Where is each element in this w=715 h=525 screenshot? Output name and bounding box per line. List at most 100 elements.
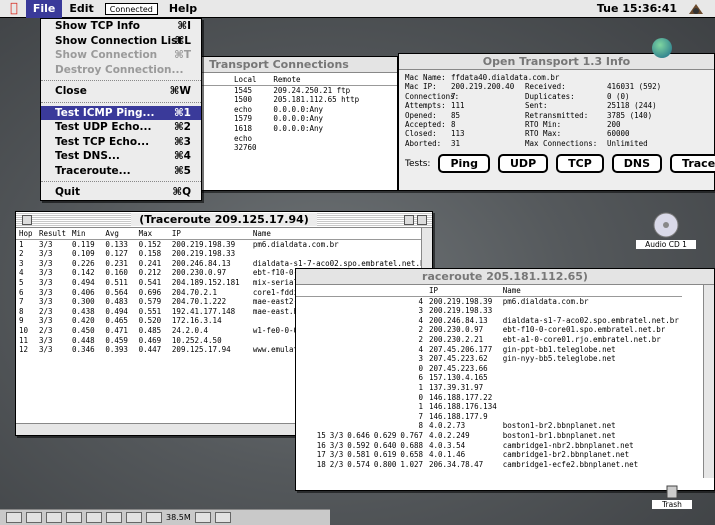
col-remote[interactable]: Remote xyxy=(270,75,397,85)
table-cell: 3/3 xyxy=(329,430,344,440)
table-row[interactable]: 1 3/3 0.119 0.133 0.152 200.219.198.39 pm6.dia… xyxy=(16,239,432,249)
globe-icon[interactable] xyxy=(652,38,672,58)
table-cell: 12 xyxy=(19,345,29,355)
trash-label: Trash xyxy=(652,500,692,509)
col-ip[interactable]: IP xyxy=(426,286,500,296)
col-ip[interactable]: IP xyxy=(169,229,250,239)
collapse-box-icon[interactable] xyxy=(417,215,427,225)
audio-cd-desktop-icon[interactable]: Audio CD 1 xyxy=(636,212,696,249)
control-strip-tile[interactable] xyxy=(214,512,231,523)
dns-button[interactable]: DNS xyxy=(611,154,663,174)
trace-button[interactable]: Trace xyxy=(670,154,715,174)
table-cell: 172.16.3.14 xyxy=(171,316,222,326)
ping-button[interactable]: Ping xyxy=(438,154,490,174)
control-strip-tile[interactable] xyxy=(86,512,102,523)
close-box-icon[interactable] xyxy=(22,215,32,225)
file-menu-item[interactable]: Quit ⌘Q xyxy=(41,185,201,200)
application-menu-icon[interactable] xyxy=(687,2,705,16)
table-row[interactable]: 0 146.188.177.22 xyxy=(296,393,682,403)
table-row[interactable]: 2 3/3 0.109 0.127 0.158 200.219.198.33 xyxy=(16,249,432,259)
table-cell: 1500 xyxy=(234,95,253,105)
stat-label: Duplicates: xyxy=(525,91,575,101)
table-row[interactable]: 7 146.188.177.9 xyxy=(296,412,682,422)
file-menu-item[interactable]: Test ICMP Ping... ⌘1 xyxy=(41,105,201,120)
table-row[interactable]: 17 3/3 0.581 0.619 0.658 4.0.1.46 cambridge1-b… xyxy=(296,450,682,460)
table-row[interactable]: 3 207.45.223.62 gin-nyy-bb5.teleglobe.net xyxy=(296,354,682,364)
file-menu-item[interactable]: Test TCP Echo... ⌘3 xyxy=(41,135,201,150)
window-titlebar[interactable]: raceroute 205.181.112.65) xyxy=(296,269,714,285)
table-row[interactable]: 0 207.45.223.66 xyxy=(296,364,682,374)
menu-item-label: Quit xyxy=(55,186,81,198)
table-cell: 0.300 xyxy=(72,297,95,307)
col-avg[interactable]: Avg xyxy=(102,229,135,239)
control-strip-tile[interactable] xyxy=(46,512,62,523)
table-row[interactable]: 6 157.130.4.165 xyxy=(296,373,682,383)
table-cell: 16 3/3 0.592 0.640 0.688 xyxy=(296,441,426,451)
stat-label: RTO Max: xyxy=(525,129,562,139)
table-row[interactable]: 1 137.39.31.97 xyxy=(296,383,682,393)
menu-edit[interactable]: Edit xyxy=(62,0,100,18)
file-menu-item[interactable]: Show Connection List ⌘L xyxy=(41,34,201,49)
table-cell: 17 xyxy=(316,450,326,460)
table-cell: 17 3/3 0.581 0.619 0.658 xyxy=(296,450,426,460)
table-row[interactable]: 4 200.219.198.39 pm6.dialdata.com.br xyxy=(296,296,682,306)
window-titlebar[interactable]: (Traceroute 209.125.17.94) xyxy=(16,212,432,228)
udp-button[interactable]: UDP xyxy=(498,154,549,174)
table-row[interactable]: 1 146.188.176.134 xyxy=(296,402,682,412)
file-menu-item[interactable]: Close ⌘W xyxy=(41,84,201,99)
table-row[interactable]: 18 2/3 0.574 0.800 1.027 206.34.78.47 cambridg… xyxy=(296,460,682,470)
tcp-button[interactable]: TCP xyxy=(556,154,604,174)
table-row[interactable]: 3 3/3 0.226 0.231 0.241 200.246.84.13 dialdata… xyxy=(16,259,432,269)
control-strip-tile[interactable] xyxy=(6,512,22,523)
table-row[interactable]: 2 200.230.2.21 ebt-a1-0-core01.rjo.embrate… xyxy=(296,335,682,345)
menu-file[interactable]: File xyxy=(25,0,63,18)
table-cell: 3/3 xyxy=(38,277,53,287)
table-row[interactable]: 15 3/3 0.646 0.629 0.767 4.0.2.249 boston1-br1… xyxy=(296,431,682,441)
control-strip-tile[interactable] xyxy=(106,512,122,523)
table-cell: 0 xyxy=(418,363,423,373)
menubar-clock[interactable]: Tue 15:36:41 xyxy=(597,0,677,18)
table-cell: 4.0.3.54 xyxy=(429,440,466,450)
stat-value: 7 xyxy=(451,91,456,101)
menu-item-shortcut: ⌘2 xyxy=(173,121,191,133)
file-menu-item[interactable]: Test DNS... ⌘4 xyxy=(41,149,201,164)
file-menu-item[interactable]: Traceroute... ⌘5 xyxy=(41,164,201,179)
table-cell: 4 xyxy=(418,296,423,306)
control-strip-tile[interactable] xyxy=(194,512,211,523)
col-name[interactable]: Name xyxy=(500,286,682,296)
menu-item-shortcut: ⌘3 xyxy=(173,135,191,148)
apple-menu-icon[interactable]:  xyxy=(0,1,26,16)
control-strip-tile[interactable] xyxy=(26,512,42,523)
col-avg-partial[interactable] xyxy=(296,286,426,296)
table-row[interactable]: 3 200.219.198.33 xyxy=(296,306,682,316)
menu-help[interactable]: Help xyxy=(162,0,204,18)
table-row[interactable]: 2 200.230.0.97 ebt-f10-0-core01.spo.embrat… xyxy=(296,325,682,335)
table-row[interactable]: 16 3/3 0.592 0.640 0.688 4.0.3.54 cambridge1-n… xyxy=(296,441,682,451)
stat-value: 8 xyxy=(451,120,456,130)
table-cell: 6 xyxy=(418,373,423,383)
table-cell: 6 xyxy=(19,287,24,297)
table-cell: 0.483 xyxy=(105,297,128,307)
table-cell: 0.800 xyxy=(373,459,397,469)
table-row[interactable]: 4 207.45.206.177 gin-ppt-bb1.teleglobe.net xyxy=(296,345,682,355)
table-cell: 4.0.2.73 xyxy=(429,421,466,431)
col-name[interactable]: Name xyxy=(250,229,432,239)
col-hop[interactable]: Hop xyxy=(16,229,36,239)
col-result[interactable]: Result xyxy=(36,229,69,239)
control-strip-tile[interactable] xyxy=(126,512,142,523)
table-cell: 0.574 xyxy=(347,459,370,469)
table-row[interactable]: 4 200.246.84.13 dialdata-s1-7-aco02.spo.em… xyxy=(296,316,682,326)
file-menu-item[interactable]: Test UDP Echo... ⌘2 xyxy=(41,120,201,135)
table-cell: 1.027 xyxy=(400,459,423,469)
col-max[interactable]: Max xyxy=(136,229,169,239)
col-min[interactable]: Min xyxy=(69,229,102,239)
trash-desktop-icon[interactable]: Trash xyxy=(652,484,692,509)
table-cell: 0.393 xyxy=(105,345,128,355)
control-strip-tile[interactable] xyxy=(146,512,162,523)
zoom-box-icon[interactable] xyxy=(404,215,414,225)
table-row[interactable]: 8 4.0.2.73 boston1-br2.bbnplanet.net xyxy=(296,421,682,431)
col-local[interactable]: Local xyxy=(231,75,270,85)
control-strip-tile[interactable] xyxy=(66,512,82,523)
file-menu-item[interactable]: Show TCP Info ⌘I xyxy=(41,19,201,34)
vertical-scrollbar[interactable] xyxy=(703,285,714,478)
